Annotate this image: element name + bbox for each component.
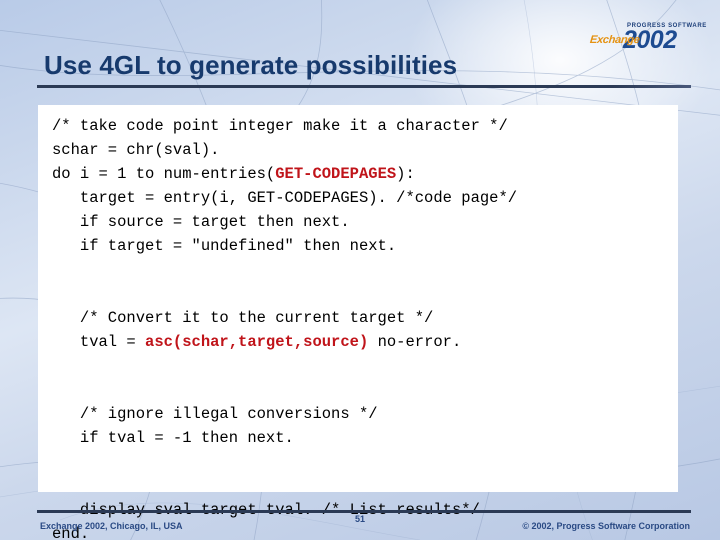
code-listing: /* take code point integer make it a cha… xyxy=(52,117,518,540)
page-title: Use 4GL to generate possibilities xyxy=(44,50,458,80)
code-keyword: asc(schar,target,source) xyxy=(145,333,369,351)
logo-event-label: Exchange xyxy=(589,34,641,46)
slide-canvas: Use 4GL to generate possibilities PROGRE… xyxy=(0,0,720,540)
title-divider xyxy=(37,85,691,88)
code-block-panel: /* take code point integer make it a cha… xyxy=(38,105,678,540)
footer-copyright: © 2002, Progress Software Corporation xyxy=(522,521,690,531)
exchange-2002-logo: PROGRESS SOFTWARE 2002 Exchange xyxy=(589,23,706,59)
footer-divider xyxy=(37,510,691,513)
code-keyword: GET-CODEPAGES xyxy=(275,165,397,183)
